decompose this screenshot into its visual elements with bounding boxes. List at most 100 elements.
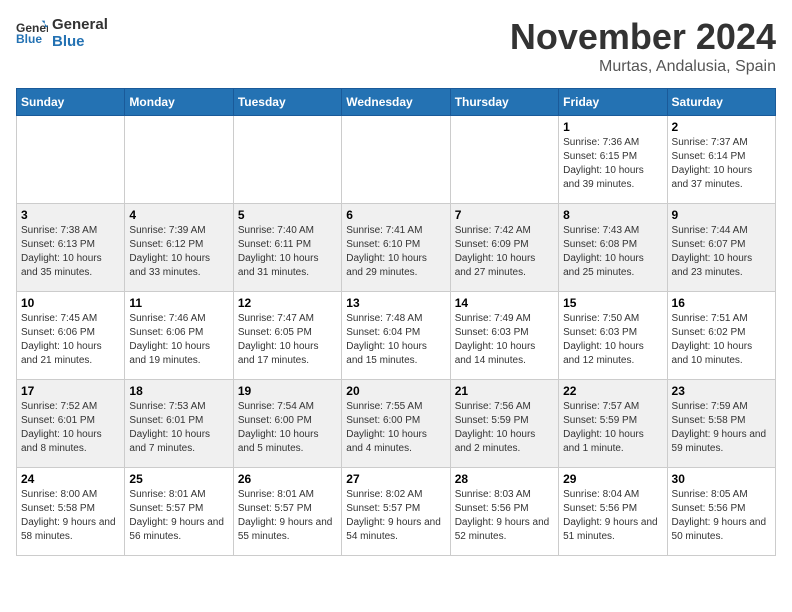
day-number: 9 [672, 208, 771, 222]
calendar-cell: 19 Sunrise: 7:54 AMSunset: 6:00 PMDaylig… [233, 380, 341, 468]
calendar-cell [125, 116, 233, 204]
day-info: Sunrise: 7:56 AMSunset: 5:59 PMDaylight:… [455, 400, 554, 456]
day-info: Sunrise: 7:51 AMSunset: 6:02 PMDaylight:… [672, 312, 771, 368]
day-info: Sunrise: 7:57 AMSunset: 5:59 PMDaylight:… [563, 400, 662, 456]
calendar-cell: 5 Sunrise: 7:40 AMSunset: 6:11 PMDayligh… [233, 204, 341, 292]
day-number: 30 [672, 472, 771, 486]
day-number: 23 [672, 384, 771, 398]
day-info: Sunrise: 7:50 AMSunset: 6:03 PMDaylight:… [563, 312, 662, 368]
calendar-cell: 23 Sunrise: 7:59 AMSunset: 5:58 PMDaylig… [667, 380, 775, 468]
day-info: Sunrise: 7:48 AMSunset: 6:04 PMDaylight:… [346, 312, 445, 368]
calendar-cell: 10 Sunrise: 7:45 AMSunset: 6:06 PMDaylig… [17, 292, 125, 380]
weekday-header: Monday [125, 89, 233, 116]
day-info: Sunrise: 7:44 AMSunset: 6:07 PMDaylight:… [672, 224, 771, 280]
day-info: Sunrise: 7:41 AMSunset: 6:10 PMDaylight:… [346, 224, 445, 280]
day-number: 29 [563, 472, 662, 486]
calendar-cell [17, 116, 125, 204]
weekday-header: Wednesday [342, 89, 450, 116]
calendar-cell: 21 Sunrise: 7:56 AMSunset: 5:59 PMDaylig… [450, 380, 558, 468]
day-number: 12 [238, 296, 337, 310]
weekday-header: Thursday [450, 89, 558, 116]
day-info: Sunrise: 7:42 AMSunset: 6:09 PMDaylight:… [455, 224, 554, 280]
calendar-cell: 1 Sunrise: 7:36 AMSunset: 6:15 PMDayligh… [559, 116, 667, 204]
day-info: Sunrise: 8:01 AMSunset: 5:57 PMDaylight:… [129, 488, 228, 544]
page-header: General Blue General Blue November 2024 … [16, 16, 776, 76]
weekday-header: Sunday [17, 89, 125, 116]
calendar-cell: 24 Sunrise: 8:00 AMSunset: 5:58 PMDaylig… [17, 468, 125, 556]
day-info: Sunrise: 7:52 AMSunset: 6:01 PMDaylight:… [21, 400, 120, 456]
calendar-cell: 12 Sunrise: 7:47 AMSunset: 6:05 PMDaylig… [233, 292, 341, 380]
calendar-cell: 14 Sunrise: 7:49 AMSunset: 6:03 PMDaylig… [450, 292, 558, 380]
calendar-cell: 20 Sunrise: 7:55 AMSunset: 6:00 PMDaylig… [342, 380, 450, 468]
day-info: Sunrise: 7:45 AMSunset: 6:06 PMDaylight:… [21, 312, 120, 368]
svg-text:Blue: Blue [16, 32, 42, 46]
day-info: Sunrise: 7:55 AMSunset: 6:00 PMDaylight:… [346, 400, 445, 456]
day-number: 25 [129, 472, 228, 486]
day-info: Sunrise: 7:47 AMSunset: 6:05 PMDaylight:… [238, 312, 337, 368]
day-number: 19 [238, 384, 337, 398]
day-number: 27 [346, 472, 445, 486]
calendar-cell: 9 Sunrise: 7:44 AMSunset: 6:07 PMDayligh… [667, 204, 775, 292]
calendar-cell: 30 Sunrise: 8:05 AMSunset: 5:56 PMDaylig… [667, 468, 775, 556]
month-title: November 2024 [510, 16, 776, 58]
calendar-cell: 15 Sunrise: 7:50 AMSunset: 6:03 PMDaylig… [559, 292, 667, 380]
title-block: November 2024 Murtas, Andalusia, Spain [510, 16, 776, 76]
day-number: 6 [346, 208, 445, 222]
day-number: 11 [129, 296, 228, 310]
weekday-header: Tuesday [233, 89, 341, 116]
calendar-cell: 3 Sunrise: 7:38 AMSunset: 6:13 PMDayligh… [17, 204, 125, 292]
day-info: Sunrise: 7:59 AMSunset: 5:58 PMDaylight:… [672, 400, 771, 456]
logo-icon: General Blue [16, 19, 48, 47]
location: Murtas, Andalusia, Spain [510, 58, 776, 76]
day-info: Sunrise: 8:00 AMSunset: 5:58 PMDaylight:… [21, 488, 120, 544]
day-number: 3 [21, 208, 120, 222]
day-number: 13 [346, 296, 445, 310]
calendar-cell: 25 Sunrise: 8:01 AMSunset: 5:57 PMDaylig… [125, 468, 233, 556]
day-number: 21 [455, 384, 554, 398]
calendar-cell: 17 Sunrise: 7:52 AMSunset: 6:01 PMDaylig… [17, 380, 125, 468]
day-info: Sunrise: 7:38 AMSunset: 6:13 PMDaylight:… [21, 224, 120, 280]
day-number: 5 [238, 208, 337, 222]
calendar-cell [233, 116, 341, 204]
day-info: Sunrise: 7:46 AMSunset: 6:06 PMDaylight:… [129, 312, 228, 368]
calendar-table: SundayMondayTuesdayWednesdayThursdayFrid… [16, 88, 776, 556]
day-info: Sunrise: 8:01 AMSunset: 5:57 PMDaylight:… [238, 488, 337, 544]
day-number: 4 [129, 208, 228, 222]
calendar-cell: 22 Sunrise: 7:57 AMSunset: 5:59 PMDaylig… [559, 380, 667, 468]
day-number: 24 [21, 472, 120, 486]
day-number: 18 [129, 384, 228, 398]
weekday-header: Friday [559, 89, 667, 116]
calendar-cell: 11 Sunrise: 7:46 AMSunset: 6:06 PMDaylig… [125, 292, 233, 380]
day-number: 2 [672, 120, 771, 134]
day-number: 17 [21, 384, 120, 398]
day-info: Sunrise: 8:03 AMSunset: 5:56 PMDaylight:… [455, 488, 554, 544]
day-number: 7 [455, 208, 554, 222]
day-number: 28 [455, 472, 554, 486]
calendar-cell: 8 Sunrise: 7:43 AMSunset: 6:08 PMDayligh… [559, 204, 667, 292]
calendar-cell: 18 Sunrise: 7:53 AMSunset: 6:01 PMDaylig… [125, 380, 233, 468]
calendar-cell: 26 Sunrise: 8:01 AMSunset: 5:57 PMDaylig… [233, 468, 341, 556]
day-info: Sunrise: 8:04 AMSunset: 5:56 PMDaylight:… [563, 488, 662, 544]
logo: General Blue General Blue [16, 16, 108, 50]
weekday-header: Saturday [667, 89, 775, 116]
day-info: Sunrise: 7:53 AMSunset: 6:01 PMDaylight:… [129, 400, 228, 456]
day-info: Sunrise: 8:02 AMSunset: 5:57 PMDaylight:… [346, 488, 445, 544]
calendar-cell: 27 Sunrise: 8:02 AMSunset: 5:57 PMDaylig… [342, 468, 450, 556]
day-number: 16 [672, 296, 771, 310]
day-info: Sunrise: 7:36 AMSunset: 6:15 PMDaylight:… [563, 136, 662, 192]
day-info: Sunrise: 7:49 AMSunset: 6:03 PMDaylight:… [455, 312, 554, 368]
day-info: Sunrise: 7:54 AMSunset: 6:00 PMDaylight:… [238, 400, 337, 456]
calendar-cell [450, 116, 558, 204]
calendar-cell: 13 Sunrise: 7:48 AMSunset: 6:04 PMDaylig… [342, 292, 450, 380]
day-number: 26 [238, 472, 337, 486]
day-number: 1 [563, 120, 662, 134]
day-number: 15 [563, 296, 662, 310]
day-info: Sunrise: 7:43 AMSunset: 6:08 PMDaylight:… [563, 224, 662, 280]
calendar-cell: 6 Sunrise: 7:41 AMSunset: 6:10 PMDayligh… [342, 204, 450, 292]
day-number: 10 [21, 296, 120, 310]
day-number: 20 [346, 384, 445, 398]
day-info: Sunrise: 8:05 AMSunset: 5:56 PMDaylight:… [672, 488, 771, 544]
day-info: Sunrise: 7:39 AMSunset: 6:12 PMDaylight:… [129, 224, 228, 280]
calendar-cell: 16 Sunrise: 7:51 AMSunset: 6:02 PMDaylig… [667, 292, 775, 380]
calendar-cell [342, 116, 450, 204]
